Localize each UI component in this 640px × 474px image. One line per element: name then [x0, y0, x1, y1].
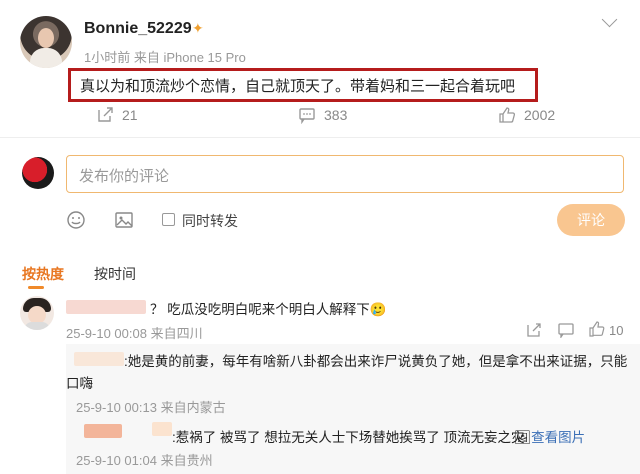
redacted-username — [66, 300, 146, 314]
thumbs-up-icon[interactable] — [589, 321, 605, 337]
submit-comment-button[interactable]: 评论 — [557, 204, 625, 236]
like-button[interactable]: 2002 — [498, 106, 555, 124]
commenter-avatar[interactable] — [20, 296, 54, 330]
emoji-icon[interactable] — [66, 210, 86, 230]
redacted-username — [74, 352, 124, 366]
active-tab-indicator — [28, 286, 44, 289]
forward-checkbox[interactable] — [162, 213, 175, 226]
share-icon[interactable] — [526, 322, 542, 338]
image-icon[interactable] — [114, 210, 134, 230]
forward-label: 同时转发 — [182, 213, 238, 229]
share-button[interactable]: 21 — [96, 106, 138, 124]
reply-meta: 25-9-10 01:04 来自贵州 — [76, 453, 213, 468]
comment-icon — [299, 108, 315, 124]
author-username[interactable]: Bonnie_52229 — [84, 20, 192, 38]
comment-input[interactable]: 发布你的评论 — [66, 155, 624, 193]
tab-sort-time[interactable]: 按时间 — [94, 264, 136, 284]
image-link[interactable]: 🖼查看图片 — [514, 426, 585, 446]
comment-meta: 25-9-10 00:08 来自四川 — [66, 326, 203, 341]
comment-icon[interactable] — [558, 322, 574, 338]
reply-text: :她是黄的前妻，每年有啥新八卦都会出来诈尸说黄负了她，但是拿不出来证据，只能 — [124, 354, 628, 369]
chevron-down-icon[interactable] — [601, 11, 618, 28]
like-count: 2002 — [524, 107, 556, 123]
share-icon — [98, 107, 113, 122]
thumbs-up-icon — [499, 107, 516, 123]
redacted-username — [84, 424, 122, 438]
post-text: 真以为和顶流炒个恋情，自己就顶天了。带着妈和三一起合着玩吧 — [80, 78, 516, 95]
share-count: 21 — [122, 107, 138, 123]
comment-count: 383 — [324, 107, 348, 123]
comment-button[interactable]: 383 — [298, 106, 347, 124]
divider — [0, 137, 640, 138]
reply-meta: 25-9-10 00:13 来自内蒙古 — [76, 400, 226, 415]
vip-crown-icon: ✦ — [192, 20, 204, 36]
comment-like-count: 10 — [609, 323, 624, 338]
reply-text: :惹祸了 被骂了 想拉无关人士下场替她挨骂了 顶流无妄之灾 — [172, 430, 525, 445]
reply-text-continued: 口嗨 — [66, 376, 93, 391]
image-link-icon: 🖼 — [514, 430, 532, 445]
author-avatar[interactable] — [20, 16, 72, 68]
post-meta: 1小时前 来自 iPhone 15 Pro — [84, 50, 246, 65]
tab-sort-hot[interactable]: 按热度 — [22, 264, 64, 284]
comment-text: ？ 吃瓜没吃明白呢来个明白人解释下🥲 — [150, 302, 387, 317]
redacted-username — [152, 422, 172, 436]
current-user-avatar — [22, 157, 54, 189]
